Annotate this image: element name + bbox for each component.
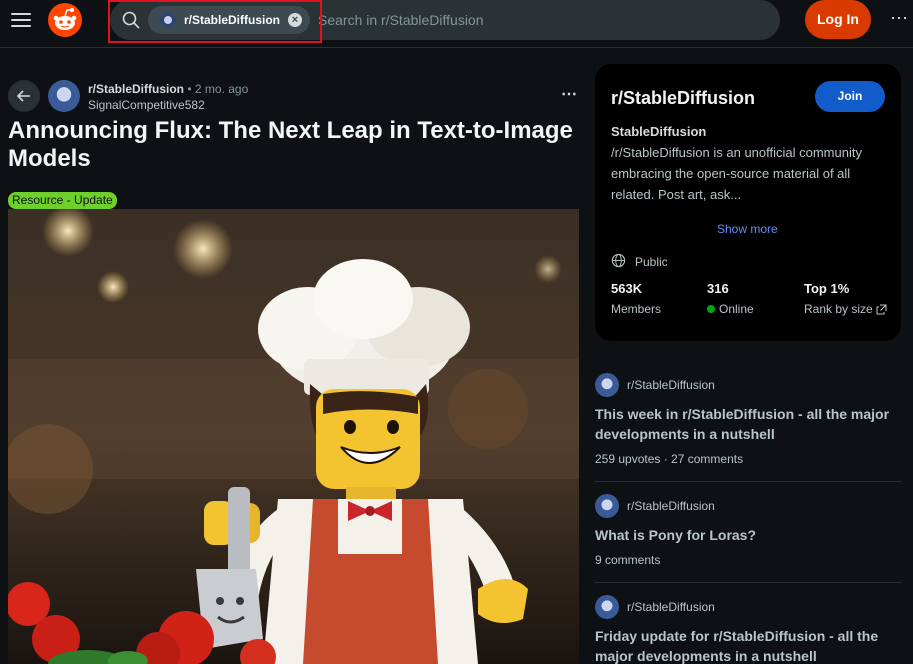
top-header: r/StableDiffusion × Search in r/StableDi… (0, 0, 913, 48)
post-time: 2 mo. ago (194, 82, 249, 96)
stat-members: 563K Members (611, 281, 661, 316)
login-button[interactable]: Log In (805, 0, 871, 39)
stat-label: Online (707, 302, 754, 316)
divider (595, 582, 901, 583)
community-card: r/StableDiffusion Join StableDiffusion /… (595, 64, 901, 341)
post-title: Announcing Flux: The Next Leap in Text-t… (8, 117, 573, 172)
stat-value: 316 (707, 281, 729, 296)
search-highlight-box (108, 0, 322, 43)
community-description: /r/StableDiffusion is an unofficial comm… (611, 145, 862, 202)
related-post[interactable]: r/StableDiffusion Friday update for r/St… (595, 595, 901, 664)
post-flair[interactable]: Resource - Update (8, 192, 117, 209)
community-name: StableDiffusion (611, 124, 707, 139)
arrow-left-icon (16, 90, 30, 102)
related-subreddit[interactable]: r/StableDiffusion (627, 378, 715, 392)
reddit-logo-icon[interactable] (48, 3, 82, 37)
related-title[interactable]: This week in r/StableDiffusion - all the… (595, 404, 901, 444)
subreddit-avatar-icon (595, 494, 619, 518)
related-title[interactable]: Friday update for r/StableDiffusion - al… (595, 626, 901, 664)
related-subreddit[interactable]: r/StableDiffusion (627, 600, 715, 614)
more-options-icon[interactable]: ⋯ (890, 8, 909, 29)
community-title[interactable]: r/StableDiffusion (611, 88, 755, 109)
globe-icon (611, 253, 626, 268)
subreddit-avatar-icon (595, 595, 619, 619)
search-input[interactable]: Search in r/StableDiffusion (318, 12, 484, 28)
post-subreddit-name[interactable]: r/StableDiffusion (88, 82, 184, 96)
stat-rank[interactable]: Top 1% Rank by size (804, 281, 887, 316)
subreddit-avatar-icon (595, 373, 619, 397)
stat-value: Top 1% (804, 281, 850, 296)
online-dot-icon (707, 305, 715, 313)
menu-icon[interactable] (11, 11, 31, 29)
stat-value: 563K (611, 281, 643, 296)
post-author[interactable]: SignalCompetitive582 (88, 98, 205, 112)
stat-online: 316 Online (707, 281, 754, 316)
stat-label: Rank by size (804, 302, 887, 316)
post-more-icon[interactable]: ⋯ (561, 84, 578, 104)
related-post[interactable]: r/StableDiffusion This week in r/StableD… (595, 373, 901, 466)
related-meta: 9 comments (595, 553, 661, 567)
related-meta: 259 upvotes · 27 comments (595, 452, 744, 466)
post-separator: • (184, 82, 195, 96)
divider (595, 481, 901, 482)
show-more-button[interactable]: Show more (717, 222, 778, 236)
post-image[interactable] (8, 209, 579, 664)
visibility-label: Public (635, 255, 668, 269)
back-button[interactable] (8, 80, 40, 112)
related-subreddit[interactable]: r/StableDiffusion (627, 499, 715, 513)
subreddit-avatar[interactable] (48, 80, 80, 112)
related-title[interactable]: What is Pony for Loras? (595, 525, 901, 545)
join-button[interactable]: Join (815, 81, 885, 112)
stat-label: Members (611, 302, 662, 316)
related-post[interactable]: r/StableDiffusion What is Pony for Loras… (595, 494, 901, 567)
external-link-icon (876, 304, 887, 314)
post-subreddit[interactable]: r/StableDiffusion • 2 mo. ago (88, 82, 248, 96)
